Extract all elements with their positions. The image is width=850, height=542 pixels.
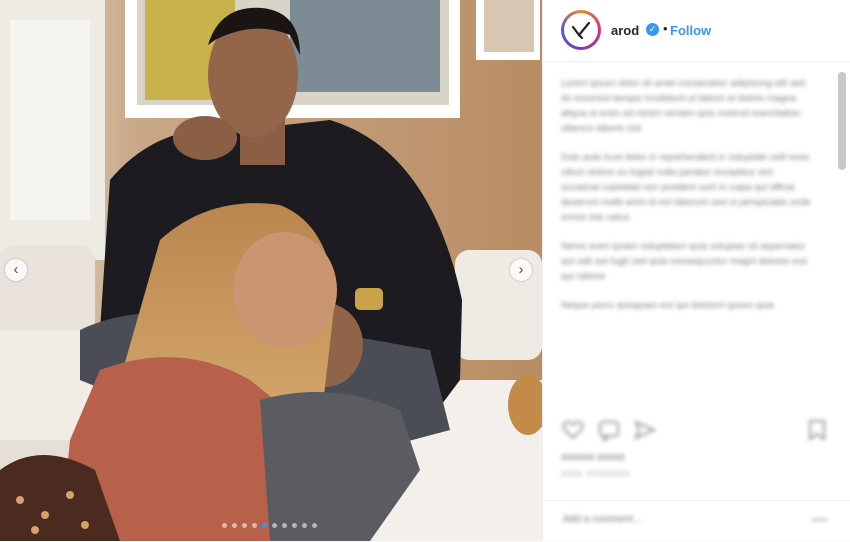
carousel-dot-active — [262, 523, 267, 528]
action-bar — [561, 418, 833, 446]
comment-input[interactable] — [561, 513, 785, 526]
carousel-dot — [242, 523, 247, 528]
carousel-dot — [222, 523, 227, 528]
carousel-prev-button[interactable]: ‹ — [5, 259, 27, 281]
caption-paragraph: Lorem ipsum dolor sit amet consectetur a… — [561, 78, 805, 134]
carousel-dot — [232, 523, 237, 528]
carousel-dot — [292, 523, 297, 528]
likes-count[interactable]: xxxxxx xxxxx — [561, 452, 625, 463]
caption-paragraph: Duis aute irure dolor in reprehenderit i… — [561, 152, 811, 223]
header-separator: • — [663, 21, 668, 36]
carousel-next-button[interactable]: › — [510, 259, 532, 281]
heart-icon[interactable] — [561, 418, 585, 442]
photo-image — [0, 0, 542, 541]
bookmark-icon[interactable] — [805, 418, 829, 442]
share-icon[interactable] — [633, 418, 657, 442]
post-photo[interactable]: ‹ › — [0, 0, 542, 541]
caption-scrollbar[interactable] — [838, 72, 846, 170]
carousel-dot — [252, 523, 257, 528]
comment-bar: ••• — [543, 500, 850, 542]
carousel-dot — [282, 523, 287, 528]
carousel-dot — [302, 523, 307, 528]
post-timestamp: xxxx xxxxxxxx — [561, 468, 631, 478]
post-sidebar: arod ✓ • Follow Lorem ipsum dolor sit am… — [542, 0, 850, 541]
comment-icon[interactable] — [597, 418, 621, 442]
post-header: arod ✓ • Follow — [543, 0, 850, 62]
username-link[interactable]: arod — [611, 23, 639, 38]
carousel-indicator — [222, 523, 317, 528]
caption-scroll-area[interactable]: Lorem ipsum dolor sit amet consectetur a… — [543, 62, 850, 407]
carousel-dot — [272, 523, 277, 528]
follow-button[interactable]: Follow — [670, 23, 711, 38]
caption-paragraph: Neque porro quisquam est qui dolorem ips… — [561, 300, 774, 311]
avatar-logo-icon — [571, 21, 591, 40]
avatar[interactable] — [561, 10, 601, 50]
caption-text: Lorem ipsum dolor sit amet consectetur a… — [561, 76, 813, 327]
carousel-dot — [312, 523, 317, 528]
more-options-icon[interactable]: ••• — [812, 513, 828, 527]
caption-paragraph: Nemo enim ipsam voluptatem quia voluptas… — [561, 241, 808, 282]
verified-badge-icon: ✓ — [646, 23, 659, 36]
